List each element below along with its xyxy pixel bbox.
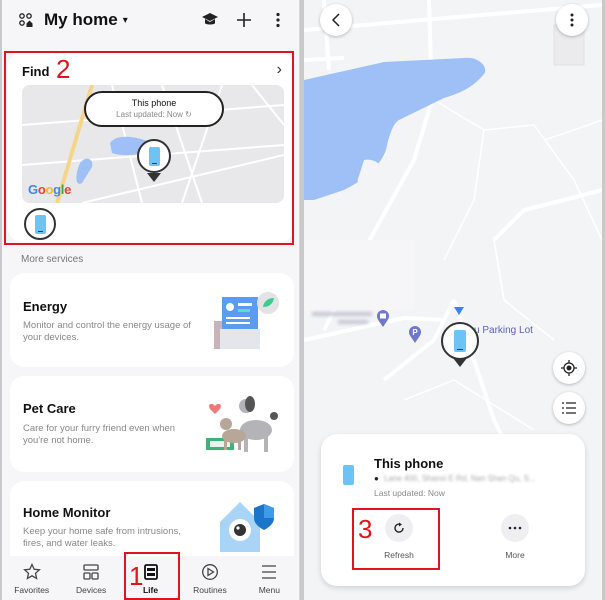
- annotation-number-1: 1: [129, 561, 144, 591]
- svg-text:P: P: [412, 328, 418, 337]
- phone-icon: [34, 214, 46, 234]
- service-description: Monitor and control the energy usage of …: [23, 320, 191, 343]
- more-horizontal-icon: [501, 514, 529, 542]
- service-description: Keep your home safe from intrusions, fir…: [23, 526, 181, 549]
- find-minimap[interactable]: Google This phone Last updated: Now ↻: [22, 85, 284, 203]
- phone-icon: [148, 146, 160, 166]
- find-title: Find: [22, 64, 50, 79]
- find-map-screen: P u Parking Lot This phone ● Lane 400, S…: [304, 0, 602, 600]
- location-pin-icon: ●: [374, 474, 379, 483]
- nav-menu[interactable]: Menu: [240, 556, 299, 600]
- service-card-energy[interactable]: Energy Monitor and control the energy us…: [10, 273, 294, 367]
- locate-icon: [561, 360, 577, 376]
- service-title: Energy: [23, 299, 68, 314]
- more-button[interactable]: More: [485, 514, 545, 560]
- home-devices-icon[interactable]: [18, 12, 34, 28]
- more-vertical-icon: [570, 13, 574, 27]
- home-dropdown-icon[interactable]: ▾: [123, 15, 128, 26]
- energy-illustration: [214, 292, 279, 349]
- bubble-device-name: This phone: [131, 98, 177, 108]
- menu-icon: [260, 562, 278, 582]
- nav-label: Menu: [258, 584, 280, 595]
- list-icon: [562, 402, 576, 414]
- service-description: Care for your furry friend even when you…: [23, 423, 176, 446]
- nav-label: Routines: [193, 584, 227, 595]
- routines-icon: [201, 562, 219, 582]
- service-card-home-monitor[interactable]: Home Monitor Keep your home safe from in…: [10, 481, 294, 561]
- last-updated-text: Last updated: Now: [374, 488, 445, 498]
- phone-icon: [343, 465, 354, 485]
- bottom-navigation: Favorites Devices Life Routines Menu: [2, 556, 299, 600]
- hat-icon[interactable]: [199, 9, 221, 31]
- nav-label: Life: [142, 584, 159, 595]
- parking-lot-label[interactable]: u Parking Lot: [474, 325, 533, 336]
- map-pin-tail: [453, 358, 467, 367]
- more-options-button[interactable]: [556, 4, 588, 36]
- more-label: More: [505, 550, 525, 560]
- nav-devices[interactable]: Devices: [61, 556, 120, 600]
- more-icon[interactable]: [267, 9, 289, 31]
- device-location-bubble[interactable]: This phone Last updated: Now ↻: [84, 91, 224, 127]
- annotation-number-3: 3: [358, 514, 373, 544]
- refresh-label: Refresh: [384, 550, 414, 560]
- service-card-pet-care[interactable]: Pet Care Care for your furry friend even…: [10, 376, 294, 472]
- more-services-label: More services: [21, 254, 84, 265]
- pet-care-illustration: [206, 396, 278, 452]
- app-header: My home ▾: [2, 0, 299, 40]
- home-title[interactable]: My home: [44, 10, 118, 30]
- bubble-last-updated: Last updated: Now ↻: [116, 110, 192, 119]
- refresh-button[interactable]: Refresh: [369, 514, 429, 560]
- annotation-number-2: 2: [56, 54, 71, 84]
- star-icon: [22, 562, 41, 582]
- find-card[interactable]: Find › Google This phone Last updated: N…: [8, 52, 294, 242]
- blurred-map-label: [308, 308, 378, 328]
- device-address: Lane 400, Shanxi E Rd, Nan Shan Qu, S...: [384, 474, 536, 483]
- nav-label: Devices: [75, 584, 107, 595]
- service-title: Home Monitor: [23, 505, 111, 520]
- devices-icon: [82, 562, 100, 582]
- nav-favorites[interactable]: Favorites: [2, 556, 61, 600]
- service-title: Pet Care: [23, 401, 76, 416]
- back-button[interactable]: [320, 4, 352, 36]
- chevron-right-icon[interactable]: ›: [277, 61, 282, 79]
- add-icon[interactable]: [233, 9, 255, 31]
- device-info-sheet: This phone ● Lane 400, Shanxi E Rd, Nan …: [321, 434, 585, 586]
- chevron-left-icon: [331, 13, 340, 27]
- smartthings-life-screen: My home ▾ Find › Google This phone Last …: [2, 0, 300, 600]
- nav-label: Favorites: [14, 584, 50, 595]
- life-icon: [143, 562, 159, 582]
- home-monitor-illustration: [220, 502, 274, 552]
- parking-pin-icon[interactable]: P: [408, 326, 422, 344]
- direction-arrow-icon: [454, 307, 464, 315]
- device-chip-this-phone[interactable]: [24, 208, 56, 240]
- map-pin-tail: [147, 173, 161, 182]
- phone-icon: [454, 330, 466, 352]
- device-map-pin[interactable]: [441, 322, 479, 360]
- device-list-button[interactable]: [553, 392, 585, 424]
- poi-building-icon[interactable]: [376, 310, 390, 328]
- refresh-icon: [385, 514, 413, 542]
- nav-routines[interactable]: Routines: [180, 556, 239, 600]
- device-map-pin[interactable]: [137, 139, 171, 173]
- device-name: This phone: [374, 456, 444, 471]
- my-location-button[interactable]: [553, 352, 585, 384]
- google-logo: Google: [28, 182, 72, 197]
